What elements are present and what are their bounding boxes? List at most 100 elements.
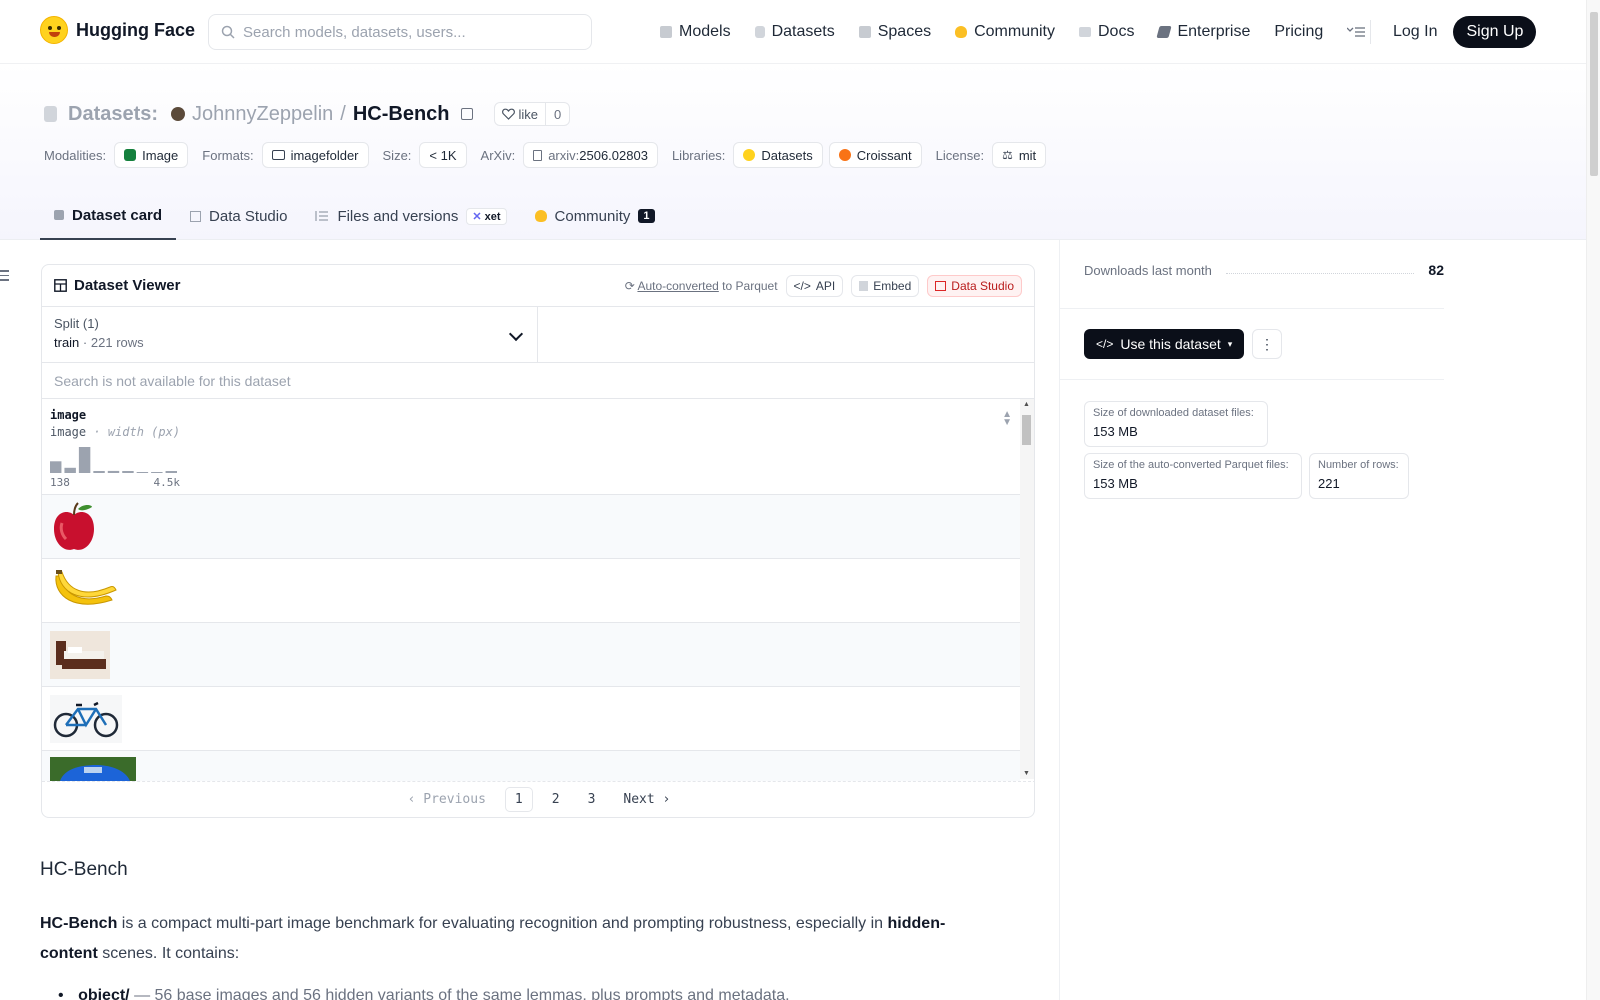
license-chip[interactable]: ⚖ mit [992,142,1047,168]
code-icon: </> [793,278,811,293]
like-button[interactable]: like 0 [493,102,571,126]
table-row[interactable] [42,495,1020,559]
nav-pricing[interactable]: Pricing [1274,23,1323,41]
library-chip-datasets[interactable]: Datasets [733,142,823,168]
nav-more-menu[interactable] [1347,26,1366,38]
column-type: image · width (px) [50,425,1012,439]
page-2-button[interactable]: 2 [543,788,569,811]
stat-value: 153 MB [1093,476,1138,491]
column-type-dot: · [93,425,101,439]
table-row[interactable] [42,687,1020,751]
page-scroll-thumb[interactable] [1590,12,1598,176]
split-label: Split (1) [54,316,99,331]
histogram-bar[interactable] [136,472,149,473]
viewer-scrollbar[interactable]: ▲ ▼ [1020,399,1034,779]
size-label: Size: [382,147,412,163]
scroll-down-icon[interactable]: ▼ [1023,770,1030,777]
arxiv-chip[interactable]: arxiv: 2506.02803 [523,142,658,168]
histogram-bar[interactable] [165,471,177,473]
chip-label: imagefolder [290,147,359,163]
embed-button[interactable]: Embed [851,274,920,297]
card-list-item: • object/ — 56 base images and 56 hidden… [58,987,790,1000]
split-value: train · 221 rows [54,335,525,350]
use-this-dataset-label: Use this dataset [1120,336,1221,352]
copy-icon[interactable] [460,108,473,120]
login-link[interactable]: Log In [1393,23,1437,41]
apple-image[interactable] [50,501,98,553]
histogram-bar[interactable] [78,447,91,473]
nav-docs[interactable]: Docs [1079,23,1134,41]
auto-converted-link[interactable]: Auto-converted [637,279,718,293]
nav-enterprise[interactable]: Enterprise [1156,23,1250,41]
nav-label: Pricing [1274,23,1324,40]
histogram-bar[interactable] [50,461,62,473]
previous-page-button[interactable]: ‹ Previous [399,788,495,811]
histogram-bar[interactable] [122,471,134,473]
table-row[interactable] [42,751,1020,781]
brand-logo[interactable]: Hugging Face [40,16,195,44]
car-image[interactable] [50,757,136,781]
histogram-bar[interactable] [107,470,120,473]
viewer-scroll-thumb[interactable] [1022,415,1031,445]
scale-icon: ⚖ [1002,148,1013,162]
table-row[interactable] [42,623,1020,687]
like-count[interactable]: 0 [546,107,569,122]
modality-chip[interactable]: Image [114,142,189,168]
nav-datasets[interactable]: Datasets [754,23,835,41]
column-stat: width (px) [107,425,181,439]
use-this-dataset-button[interactable]: </> Use this dataset ▾ [1084,329,1245,359]
dataset-viewer: Dataset Viewer ⟳ Auto-converted to Parqu… [41,264,1035,818]
tab-community[interactable]: Community 1 [521,192,669,240]
format-chip[interactable]: imagefolder [261,142,369,168]
owner-avatar[interactable] [171,107,186,121]
table-row[interactable] [42,559,1020,623]
sidebar-toggle-icon[interactable] [0,270,10,282]
nav-community[interactable]: Community [955,23,1055,41]
tab-data-studio[interactable]: Data Studio [176,192,301,240]
next-page-button[interactable]: Next › [614,788,679,811]
signup-button[interactable]: Sign Up [1453,16,1537,48]
tab-files-and-versions[interactable]: Files and versions ✕ xet [301,192,520,240]
menu-icon [1347,27,1366,37]
data-studio-button[interactable]: Data Studio [927,274,1022,297]
api-button[interactable]: </> API [785,274,844,297]
size-chip[interactable]: < 1K [419,142,467,168]
pagination: ‹ Previous 1 2 3 Next › [42,781,1034,817]
histogram-bar[interactable] [64,467,76,473]
width-histogram[interactable] [50,447,180,473]
search-box[interactable] [208,14,592,50]
tab-label: Files and versions [337,207,459,225]
histogram-bar[interactable] [151,472,163,473]
scroll-up-icon[interactable]: ▲ [1023,401,1030,408]
more-options-button[interactable]: ⋮ [1252,329,1282,359]
repo-tabs: Dataset card Data Studio Files and versi… [40,192,669,240]
sidebar-separator [1060,308,1444,309]
bed-image[interactable] [50,630,110,679]
hugging-face-logo-icon [40,16,68,44]
viewer-title: Dataset Viewer [54,277,180,294]
nav-models[interactable]: Models [660,23,731,41]
repo-name[interactable]: HC-Bench [353,103,450,126]
card-heading: HC-Bench [40,859,128,880]
bicycle-image[interactable] [50,694,122,743]
split-rows: 221 rows [90,335,144,350]
page-1-button[interactable]: 1 [504,787,533,812]
tab-dataset-card[interactable]: Dataset card [40,192,177,240]
image-icon [124,149,137,161]
chevron-down-icon: ▾ [1227,338,1233,349]
auto-converted-note[interactable]: ⟳ Auto-converted to Parquet [625,279,778,293]
repo-owner[interactable]: JohnnyZeppelin [192,103,333,126]
banana-image[interactable] [50,566,120,616]
column-header-image[interactable]: image image · width (px) 138 4.5k ▲ ▼ [42,399,1020,495]
page-scrollbar[interactable] [1586,0,1600,1000]
viewer-title-text: Dataset Viewer [74,277,181,294]
sort-icon[interactable]: ▲ ▼ [1002,410,1012,428]
search-input[interactable] [243,23,573,41]
library-chip-croissant[interactable]: Croissant [828,142,922,168]
kebab-icon: ⋮ [1260,335,1274,352]
split-selector[interactable]: Split (1) train · 221 rows [42,307,538,362]
histogram-bar[interactable] [93,471,105,473]
nav-spaces[interactable]: Spaces [858,23,931,41]
like-toggle[interactable]: like [495,103,547,125]
page-3-button[interactable]: 3 [579,788,605,811]
